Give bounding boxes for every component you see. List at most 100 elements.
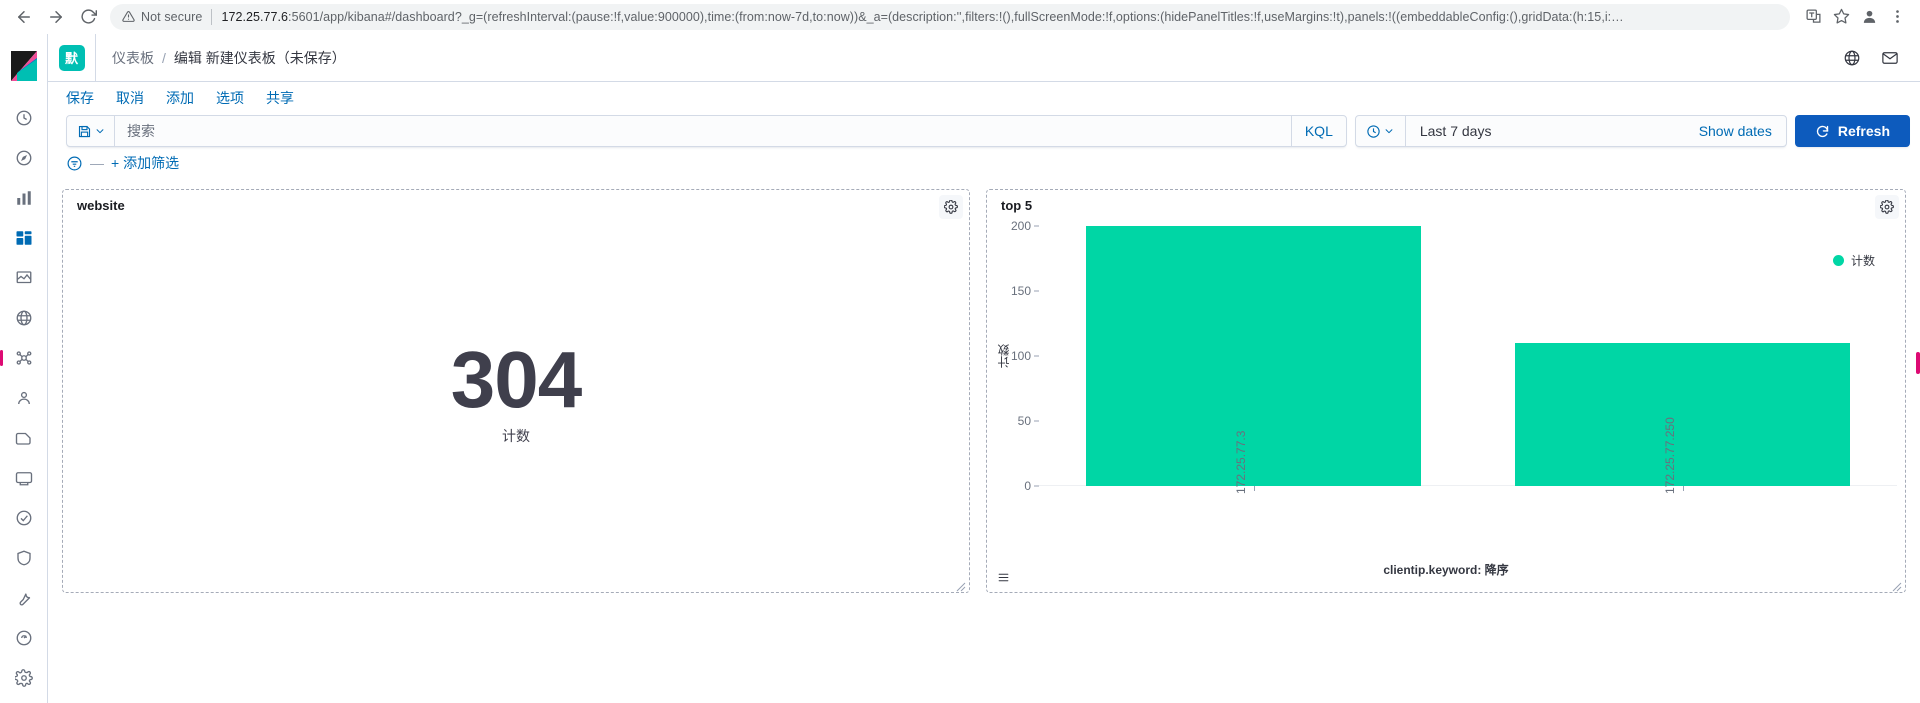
sidebar-item-dashboard[interactable] <box>4 218 44 258</box>
date-quick-menu-button[interactable] <box>1356 116 1406 146</box>
y-axis-tick-label: 0 <box>1024 479 1031 493</box>
breadcrumb-dashboard[interactable]: 仪表板 <box>112 48 154 68</box>
chart-legend: 计数 <box>1832 252 1875 269</box>
x-axis-tick-label: 172.25.77.3 <box>1233 430 1248 494</box>
y-axis-tick-mark <box>1034 290 1039 292</box>
x-axis-tick-mark <box>1682 486 1684 491</box>
mail-icon[interactable] <box>1874 42 1906 74</box>
query-language-button[interactable]: KQL <box>1290 116 1346 146</box>
filter-bar: — + 添加筛选 <box>48 147 1920 179</box>
refresh-icon <box>1816 125 1829 137</box>
legend-label[interactable]: 计数 <box>1851 252 1875 269</box>
x-axis-tick-mark <box>1253 486 1255 491</box>
metric-value: 304 <box>450 335 582 424</box>
chevron-down-icon <box>96 129 103 134</box>
y-axis-tick-label: 100 <box>1010 349 1031 363</box>
sidebar-item-uptime[interactable] <box>4 498 44 538</box>
sidebar-item-recently-viewed[interactable] <box>4 98 44 138</box>
url-text: 172.25.77.6:5601/app/kibana#/dashboard?_… <box>221 10 1623 24</box>
y-axis-tick-mark <box>1034 420 1039 422</box>
global-nav <box>0 34 48 703</box>
panel-website[interactable]: website 304 计数 <box>62 189 970 593</box>
x-axis-tick-label: 172.25.77.250 <box>1662 417 1677 494</box>
back-icon[interactable] <box>10 3 38 31</box>
panel-body: 304 计数 <box>63 216 969 592</box>
panel-title: website <box>77 197 125 213</box>
space-selector[interactable]: 默 <box>48 33 96 82</box>
sidebar-item-visualize[interactable] <box>4 178 44 218</box>
refresh-button[interactable]: Refresh <box>1794 115 1910 147</box>
top-menu-save[interactable]: 保存 <box>66 88 94 108</box>
query-input-group: KQL <box>66 115 1347 147</box>
chart-x-axis-title: clientip.keyword: 降序 <box>1383 563 1509 577</box>
search-input[interactable] <box>115 116 1291 146</box>
top-menu-options[interactable]: 选项 <box>216 88 244 108</box>
chart-plot-area[interactable]: 0 50 100 150 200 172.25.77.3 172.25.77.250 <box>1011 219 1897 494</box>
address-bar[interactable]: Not secure 172.25.77.6:5601/app/kibana#/… <box>110 3 1790 30</box>
browser-actions <box>1800 4 1910 30</box>
y-axis-tick-label: 50 <box>1017 414 1031 428</box>
sidebar-item-apm[interactable] <box>4 458 44 498</box>
person-icon[interactable] <box>1856 4 1882 30</box>
sidebar-item-dev-tools[interactable] <box>4 578 44 618</box>
edge-marker-right <box>1916 352 1920 374</box>
top-menu-cancel[interactable]: 取消 <box>116 88 144 108</box>
header-actions <box>1836 42 1920 74</box>
top-menu-share[interactable]: 共享 <box>266 88 294 108</box>
dashboard-top-menu: 保存 取消 添加 选项 共享 <box>48 82 1920 113</box>
add-filter-button[interactable]: + 添加筛选 <box>111 153 179 173</box>
breadcrumb-current: 编辑 新建仪表板（未保存） <box>173 49 346 66</box>
sidebar-item-logs[interactable] <box>4 418 44 458</box>
translate-icon[interactable] <box>1800 4 1826 30</box>
panel-body: 计数 0 50 100 150 200 172.25.77.3 172.25.77.250 … <box>987 216 1905 592</box>
y-axis-tick-mark <box>1034 485 1039 487</box>
panel-resize-handle[interactable] <box>956 579 966 592</box>
kibana-app: 默 仪表板 / 编辑 新建仪表板（未保存） 保存 取消 添加 选项 共享 搜索 … <box>0 33 1920 703</box>
sidebar-item-discover[interactable] <box>4 138 44 178</box>
security-label: Not secure <box>141 9 203 24</box>
app-header: 默 仪表板 / 编辑 新建仪表板（未保存） <box>48 33 1920 82</box>
metric-label: 计数 <box>502 428 530 444</box>
date-range-value[interactable]: Last 7 days <box>1406 116 1685 146</box>
chevron-down-icon <box>1385 129 1393 134</box>
reload-icon[interactable] <box>74 3 102 31</box>
url-path: :5601/app/kibana#/dashboard?_g=(refreshI… <box>288 9 1624 24</box>
dashboard-grid: website 304 计数 top 5 计数 0 50 100 150 200… <box>48 179 1920 703</box>
y-axis-tick-label: 200 <box>1010 219 1031 233</box>
filter-dash: — <box>90 155 104 171</box>
bar[interactable] <box>1515 343 1850 486</box>
legend-list-icon[interactable] <box>993 567 1013 587</box>
kibana-logo-icon[interactable] <box>0 42 48 90</box>
kibana-main: 默 仪表板 / 编辑 新建仪表板（未保存） 保存 取消 添加 选项 共享 搜索 … <box>48 33 1920 703</box>
sidebar-item-maps[interactable] <box>4 298 44 338</box>
globe-icon[interactable] <box>1836 42 1868 74</box>
star-icon[interactable] <box>1828 4 1854 30</box>
y-axis-tick-mark <box>1034 355 1039 357</box>
not-secure-icon <box>122 10 135 23</box>
metric-visualization: 304 计数 <box>63 216 969 592</box>
breadcrumb: 仪表板 / 编辑 新建仪表板（未保存） <box>96 48 346 68</box>
panel-top5[interactable]: top 5 计数 0 50 100 150 200 172.25.77.3 172.25.7… <box>986 189 1906 593</box>
top-menu-add[interactable]: 添加 <box>166 88 194 108</box>
sidebar-item-management[interactable] <box>4 658 44 698</box>
forward-icon[interactable] <box>42 3 70 31</box>
sidebar-item-canvas[interactable] <box>4 258 44 298</box>
filter-icon[interactable] <box>66 155 83 172</box>
sidebar-item-infrastructure[interactable] <box>4 378 44 418</box>
panel-header: top 5 <box>987 190 1905 216</box>
sidebar-item-machine-learning[interactable] <box>0 338 44 378</box>
y-axis-tick-label: 150 <box>1010 284 1031 298</box>
saved-query-button[interactable] <box>67 116 115 146</box>
url-host: 172.25.77.6 <box>221 9 289 24</box>
panel-resize-handle[interactable] <box>1892 579 1902 592</box>
bar[interactable] <box>1086 226 1421 486</box>
show-dates-button[interactable]: Show dates <box>1685 116 1786 146</box>
omnibox-divider <box>211 8 213 25</box>
space-badge: 默 <box>58 44 85 71</box>
chart-y-axis-title: 计数 <box>997 344 1011 368</box>
sidebar-item-monitoring[interactable] <box>4 618 44 658</box>
query-bar: KQL Last 7 days Show dates Refresh <box>48 113 1920 147</box>
kebab-menu-icon[interactable] <box>1884 4 1910 30</box>
sidebar-item-siem[interactable] <box>4 538 44 578</box>
browser-toolbar: Not secure 172.25.77.6:5601/app/kibana#/… <box>0 0 1920 34</box>
